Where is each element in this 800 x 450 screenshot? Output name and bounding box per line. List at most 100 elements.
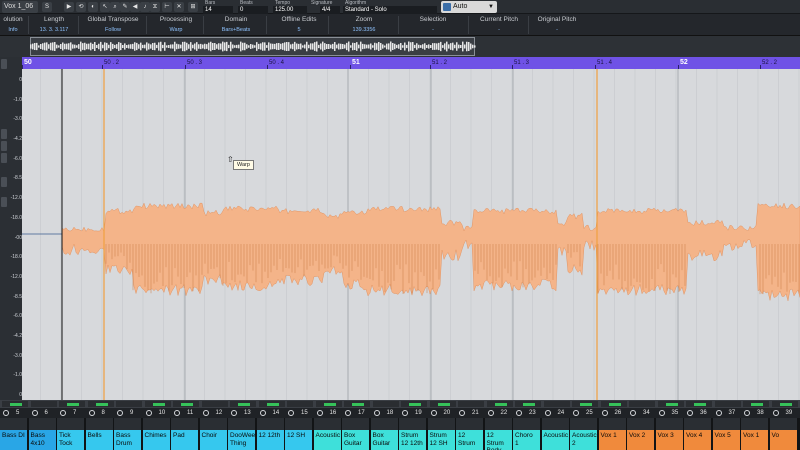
info-field-value[interactable]: - — [400, 25, 466, 35]
track-fader-header[interactable] — [741, 418, 768, 430]
info-field-value[interactable]: - — [530, 25, 584, 35]
track-label[interactable]: Vox 5 — [712, 430, 740, 450]
track-fader-header[interactable] — [655, 418, 683, 430]
channel-header[interactable]: 18 — [371, 408, 399, 418]
info-field-value[interactable]: Bars+Beats — [205, 25, 267, 35]
track-fader-header[interactable] — [57, 418, 84, 430]
track-fader-header[interactable] — [370, 418, 398, 430]
track-fader-header[interactable] — [627, 418, 654, 430]
channel-header[interactable]: 9 — [114, 408, 142, 418]
record-enable-icon[interactable] — [772, 410, 779, 416]
track-fader-header[interactable] — [712, 418, 740, 430]
waveform-canvas[interactable] — [22, 69, 800, 400]
record-enable-icon[interactable] — [487, 410, 494, 416]
track-fader-header[interactable] — [769, 418, 797, 430]
info-field[interactable]: Length 13. 3. 3.117 — [30, 14, 78, 36]
track-fader-header[interactable] — [684, 418, 711, 430]
track-label[interactable]: Bass 4x10 — [28, 430, 56, 450]
record-enable-icon[interactable] — [345, 410, 351, 416]
channel-header[interactable]: 34 — [627, 408, 655, 418]
track-label[interactable]: Strum 12 12th — [399, 430, 426, 450]
info-field[interactable]: Domain Bars+Beats — [205, 14, 267, 36]
channel-header[interactable]: 7 — [57, 408, 85, 418]
record-enable-icon[interactable] — [288, 410, 294, 416]
track-fader-header[interactable] — [484, 418, 512, 430]
track-fader-header[interactable] — [285, 418, 312, 430]
channel-header[interactable]: 37 — [713, 408, 741, 418]
track-fader-header[interactable] — [199, 418, 227, 430]
volume-icon[interactable]: ◐ — [88, 2, 98, 12]
channel-header[interactable]: 15 — [285, 408, 313, 418]
track-fader-header[interactable] — [228, 418, 255, 430]
track-fader-header[interactable] — [513, 418, 540, 430]
info-field[interactable]: Offline Edits 5 — [268, 14, 330, 36]
track-label[interactable]: 12 Strum Body — [484, 430, 512, 450]
info-field[interactable]: Selection - — [400, 14, 466, 36]
record-enable-icon[interactable] — [516, 410, 522, 416]
track-label[interactable]: Acoustic 2 — [570, 430, 597, 450]
track-label[interactable]: Vox 1 — [598, 430, 626, 450]
track-fader-header[interactable] — [399, 418, 426, 430]
waveform-editor[interactable]: ⇧ Warp — [22, 69, 800, 400]
scrub-icon[interactable]: ♪ — [140, 2, 150, 12]
channel-header[interactable]: 23 — [513, 408, 541, 418]
info-field-value[interactable]: - — [470, 25, 528, 35]
record-enable-icon[interactable] — [373, 410, 380, 416]
channel-header[interactable]: 16 — [314, 408, 342, 418]
loop-icon[interactable]: ⟲ — [76, 2, 86, 12]
time-warp-icon[interactable]: ⧖ — [150, 2, 160, 12]
object-select-icon[interactable]: ↖ — [100, 2, 110, 12]
signature-field[interactable]: 4/4 — [320, 6, 340, 14]
track-fader-header[interactable] — [342, 418, 369, 430]
record-enable-icon[interactable] — [202, 410, 209, 416]
track-fader-header[interactable] — [427, 418, 455, 430]
side-tool-button[interactable] — [1, 177, 7, 187]
record-enable-icon[interactable] — [3, 410, 9, 416]
record-enable-icon[interactable] — [630, 410, 636, 416]
record-enable-icon[interactable] — [573, 410, 579, 416]
auto-dropdown[interactable]: Auto ▼ — [441, 1, 497, 13]
track-label[interactable]: Vo — [769, 430, 797, 450]
solo-button[interactable]: S — [42, 2, 52, 12]
record-enable-icon[interactable] — [316, 410, 323, 416]
channel-header[interactable]: 13 — [228, 408, 256, 418]
record-enable-icon[interactable] — [174, 410, 180, 416]
track-fader-header[interactable] — [114, 418, 141, 430]
channel-header[interactable]: 25 — [570, 408, 598, 418]
play-icon[interactable]: ▶ — [64, 2, 74, 12]
track-fader-header[interactable] — [256, 418, 284, 430]
info-field-value[interactable]: 139.3356 — [330, 25, 398, 35]
record-enable-icon[interactable] — [231, 410, 237, 416]
info-field[interactable]: Processing Warp — [148, 14, 204, 36]
track-fader-header[interactable] — [85, 418, 113, 430]
hitpoint-icon[interactable]: ⊢ — [162, 2, 172, 12]
track-label[interactable]: Box Guitar — [342, 430, 369, 450]
track-fader-header[interactable] — [598, 418, 626, 430]
track-label[interactable]: Tick Tock — [57, 430, 84, 450]
record-enable-icon[interactable] — [60, 410, 66, 416]
beats-field[interactable]: 0 — [238, 6, 268, 14]
info-field-value[interactable]: Follow — [80, 25, 146, 35]
track-fader-header[interactable] — [456, 418, 483, 430]
event-name-field[interactable]: Vox 1_06 — [2, 1, 38, 13]
channel-header[interactable]: 24 — [542, 408, 570, 418]
record-enable-icon[interactable] — [744, 410, 750, 416]
record-enable-icon[interactable] — [402, 410, 408, 416]
track-label[interactable]: Pad — [171, 430, 198, 450]
track-label[interactable]: Chimes — [142, 430, 170, 450]
track-label[interactable]: Vox 1 — [741, 430, 768, 450]
track-label[interactable]: Acoustic — [313, 430, 341, 450]
record-enable-icon[interactable] — [117, 410, 123, 416]
draw-icon[interactable]: ✎ — [120, 2, 130, 12]
info-field[interactable]: Zoom 139.3356 — [330, 14, 398, 36]
channel-header[interactable]: 19 — [399, 408, 427, 418]
side-tool-button[interactable] — [1, 197, 7, 207]
track-label[interactable]: Vox 2 — [627, 430, 654, 450]
track-fader-header[interactable] — [0, 418, 27, 430]
record-enable-icon[interactable] — [145, 410, 152, 416]
track-fader-header[interactable] — [313, 418, 341, 430]
channel-header[interactable]: 6 — [29, 408, 57, 418]
channel-header[interactable]: 38 — [741, 408, 769, 418]
track-label[interactable]: Box Guitar — [370, 430, 398, 450]
channel-header[interactable]: 5 — [0, 408, 28, 418]
